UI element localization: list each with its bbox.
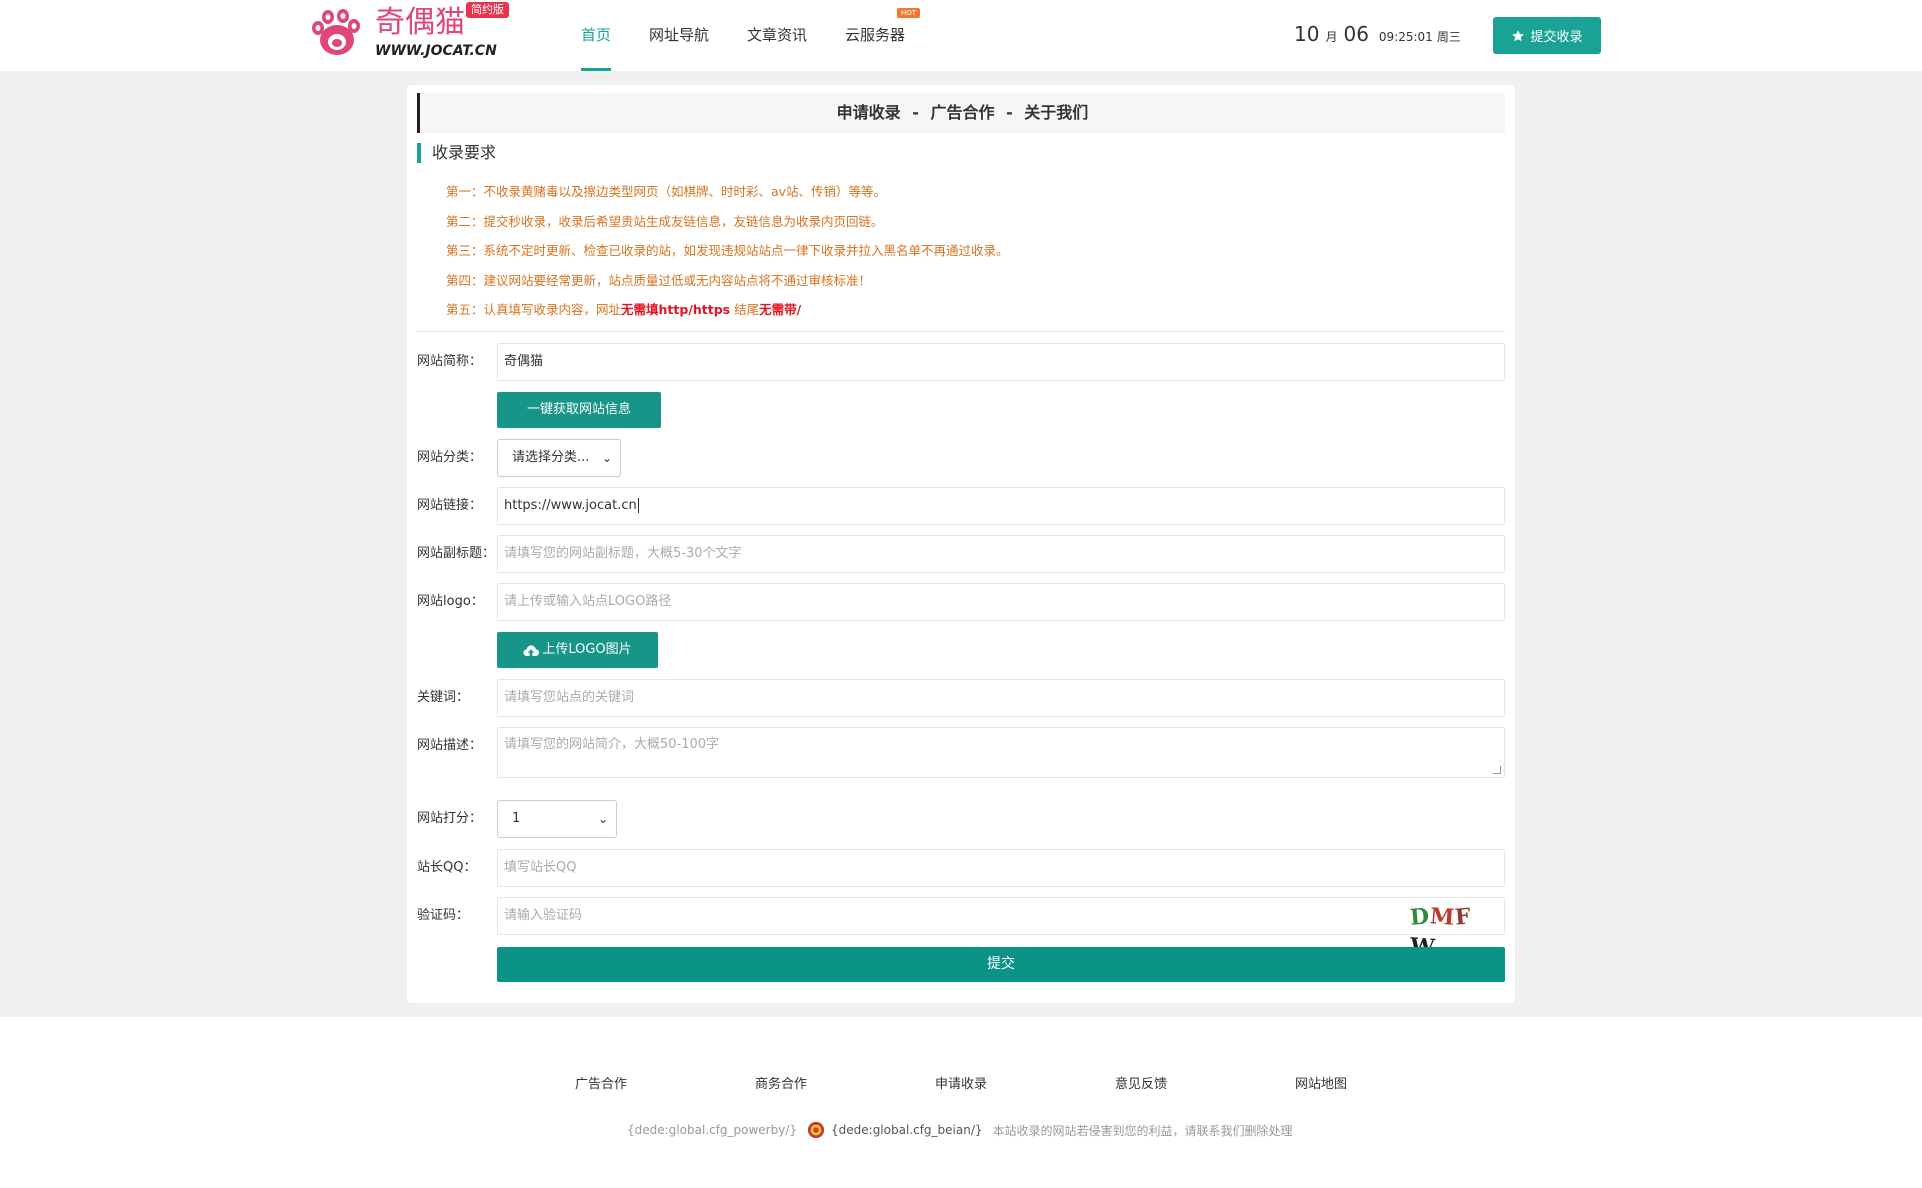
police-badge-icon bbox=[807, 1121, 825, 1139]
rule-text: 结尾 bbox=[730, 302, 760, 317]
rating-select[interactable]: 1 ⌄ bbox=[497, 800, 617, 838]
nav-item-home[interactable]: 首页 bbox=[562, 0, 630, 71]
site-name-label: 网站简称： bbox=[417, 354, 483, 369]
clock-weekday: 周三 bbox=[1436, 30, 1461, 44]
submit-site-button[interactable]: 提交收录 bbox=[1493, 17, 1601, 54]
upload-logo-label: 上传LOGO图片 bbox=[542, 642, 632, 657]
nav-item-directory[interactable]: 网址导航 bbox=[630, 0, 728, 71]
cloud-upload-icon bbox=[523, 645, 540, 657]
footer-link-sitemap[interactable]: 网站地图 bbox=[1295, 1073, 1475, 1092]
rule-item: 第三：系统不定时更新、检查已收录的站，如发现违规站站点一律下收录并拉入黑名单不再… bbox=[446, 243, 1009, 258]
upload-logo-button[interactable]: 上传LOGO图片 bbox=[497, 632, 658, 668]
powerby-text: {dede:global.cfg_powerby/} bbox=[627, 1123, 798, 1137]
title-separator: - bbox=[1006, 103, 1013, 122]
rating-label: 网站打分： bbox=[417, 811, 483, 826]
subtitle-input[interactable]: 请填写您的网站副标题，大概5-30个文字 bbox=[497, 535, 1505, 573]
star-icon bbox=[1512, 29, 1525, 41]
card-title: 申请收录 - 广告合作 - 关于我们 bbox=[417, 93, 1505, 133]
page-footer: 广告合作 商务合作 申请收录 意见反馈 网站地图 {dede:global.cf… bbox=[0, 1017, 1922, 1188]
url-value: https://www.jocat.cn bbox=[504, 498, 637, 513]
nav-item-label: 网址导航 bbox=[649, 26, 710, 44]
title-ads-link[interactable]: 广告合作 bbox=[930, 103, 994, 122]
logo-text: 奇偶猫 bbox=[375, 5, 465, 40]
nav-item-label: 首页 bbox=[581, 26, 612, 44]
description-placeholder: 请填写您的网站简介，大概50-100字 bbox=[504, 737, 720, 752]
rule-text: 第五：认真填写收录内容，网址 bbox=[446, 302, 622, 317]
logo-url-text: WWW.JOCAT.CN bbox=[375, 43, 497, 59]
submit-site-label: 提交收录 bbox=[1530, 30, 1583, 45]
submit-card: 申请收录 - 广告合作 - 关于我们 收录要求 第一：不收录黄赌毒以及擦边类型网… bbox=[407, 85, 1515, 1003]
title-about-link[interactable]: 关于我们 bbox=[1024, 103, 1088, 122]
captcha-label: 验证码： bbox=[417, 908, 470, 923]
rule-item: 第二：提交秒收录，收录后希望贵站生成友链信息，友链信息为收录内页回链。 bbox=[446, 213, 884, 229]
captcha-char: D bbox=[1408, 903, 1432, 931]
footer-link-business[interactable]: 商务合作 bbox=[755, 1073, 935, 1092]
category-select[interactable]: 请选择分类... ⌄ bbox=[497, 439, 621, 477]
clock-day: 06 bbox=[1343, 22, 1369, 46]
description-label: 网站描述： bbox=[417, 738, 483, 753]
submit-form-button[interactable]: 提交 bbox=[497, 947, 1505, 982]
requirements-heading: 收录要求 bbox=[417, 143, 496, 163]
keywords-input[interactable]: 请填写您站点的关键词 bbox=[497, 679, 1505, 717]
footer-link-apply[interactable]: 申请收录 bbox=[935, 1073, 1115, 1092]
category-value: 请选择分类... bbox=[512, 450, 590, 465]
url-label: 网站链接： bbox=[417, 498, 483, 513]
category-label: 网站分类： bbox=[417, 450, 483, 465]
text-cursor bbox=[637, 498, 639, 513]
description-textarea[interactable]: 请填写您的网站简介，大概50-100字 bbox=[497, 727, 1505, 778]
logo-version-badge: 简约版 bbox=[466, 2, 509, 18]
fetch-site-info-button[interactable]: 一键获取网站信息 bbox=[497, 392, 661, 428]
rule-item: 第五：认真填写收录内容，网址无需填http/https 结尾无需带/ bbox=[446, 295, 1486, 325]
main-nav: 首页 网址导航 文章资讯 云服务器 HOT bbox=[562, 0, 924, 71]
footer-bottom: {dede:global.cfg_powerby/} {dede:global.… bbox=[627, 1121, 1293, 1139]
nav-item-label: 文章资讯 bbox=[747, 26, 808, 44]
clock-month-unit: 月 bbox=[1325, 30, 1338, 44]
nav-item-label: 云服务器 bbox=[845, 26, 906, 44]
clock-month: 10 bbox=[1294, 22, 1320, 46]
nav-item-cloud-server[interactable]: 云服务器 HOT bbox=[826, 0, 924, 71]
footer-link-ads[interactable]: 广告合作 bbox=[575, 1073, 755, 1092]
captcha-image[interactable]: DMFW bbox=[1408, 902, 1496, 961]
requirements-list: 第一：不收录黄赌毒以及擦边类型网页（如棋牌、时时彩、av站、传销）等等。 第二：… bbox=[446, 177, 1486, 325]
logo-path-input[interactable]: 请上传或输入站点LOGO路径 bbox=[497, 583, 1505, 621]
section-divider bbox=[417, 331, 1505, 332]
title-apply-link[interactable]: 申请收录 bbox=[837, 103, 901, 122]
captcha-placeholder: 请输入验证码 bbox=[504, 908, 583, 923]
rating-value: 1 bbox=[512, 811, 521, 826]
keywords-label: 关键词： bbox=[417, 690, 470, 705]
resize-handle-icon[interactable] bbox=[1493, 766, 1501, 774]
captcha-char: M bbox=[1429, 903, 1457, 931]
captcha-char: F bbox=[1454, 903, 1474, 931]
footer-links: 广告合作 商务合作 申请收录 意见反馈 网站地图 bbox=[575, 1073, 1475, 1092]
footer-link-feedback[interactable]: 意见反馈 bbox=[1115, 1073, 1295, 1092]
rule-emphasis: 无需填http/https bbox=[621, 302, 731, 317]
hot-badge: HOT bbox=[897, 8, 921, 18]
chevron-down-icon: ⌄ bbox=[601, 451, 612, 465]
site-name-input[interactable]: 奇偶猫 bbox=[497, 343, 1505, 381]
clock-time: 09:25:01 bbox=[1378, 30, 1433, 44]
url-input[interactable]: https://www.jocat.cn bbox=[497, 487, 1505, 525]
chevron-down-icon: ⌄ bbox=[597, 812, 608, 826]
rule-emphasis: 无需带/ bbox=[759, 302, 802, 317]
rule-item: 第四：建议网站要经常更新，站点质量过低或无内容站点将不通过审核标准！ bbox=[446, 272, 872, 288]
footer-notice: 本站收录的网站若侵害到您的利益，请联系我们删除处理 bbox=[992, 1123, 1293, 1138]
nav-item-articles[interactable]: 文章资讯 bbox=[728, 0, 826, 71]
subtitle-label: 网站副标题： bbox=[417, 546, 496, 561]
captcha-input[interactable]: 请输入验证码 DMFW bbox=[497, 897, 1505, 961]
rule-item: 第一：不收录黄赌毒以及擦边类型网页（如棋牌、时时彩、av站、传销）等等。 bbox=[446, 184, 887, 199]
date-clock: 10 月 06 09:25:01 周三 bbox=[1294, 22, 1461, 46]
qq-input[interactable]: 填写站长QQ bbox=[497, 849, 1505, 887]
qq-label: 站长QQ： bbox=[417, 860, 477, 875]
beian-link[interactable]: {dede:global.cfg_beian/} bbox=[831, 1123, 983, 1137]
title-separator: - bbox=[912, 103, 919, 122]
top-header: 奇偶猫 WWW.JOCAT.CN 简约版 首页 网址导航 文章资讯 云服务器 H… bbox=[0, 0, 1922, 71]
logo-label: 网站logo： bbox=[417, 594, 484, 609]
